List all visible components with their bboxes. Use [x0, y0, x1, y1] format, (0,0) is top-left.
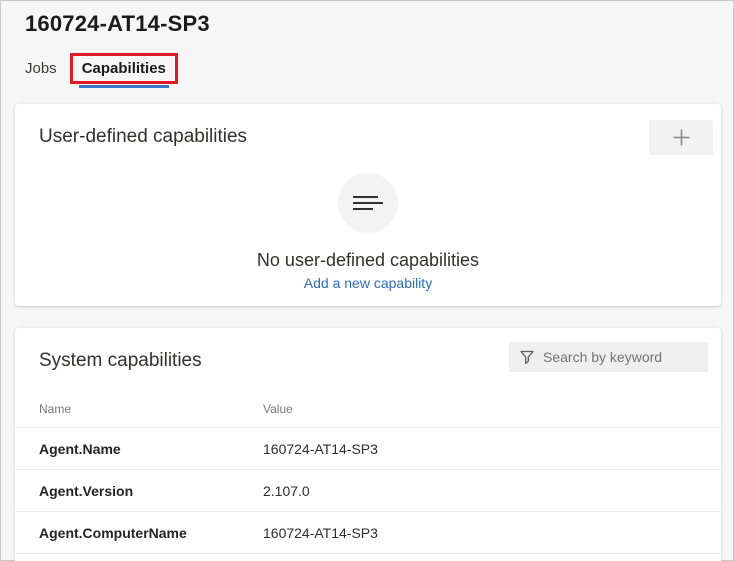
tab-capabilities[interactable]: Capabilities: [69, 52, 178, 88]
add-new-capability-link[interactable]: Add a new capability: [304, 275, 432, 291]
user-defined-capabilities-card: User-defined capabilities No user-define…: [15, 104, 721, 306]
column-header-value: Value: [263, 402, 293, 416]
table-row[interactable]: Agent.Version 2.107.0: [15, 470, 721, 512]
capability-name: Agent.Version: [39, 482, 134, 499]
table-row[interactable]: Agent.ComputerName 160724-AT14-SP3: [15, 512, 721, 554]
capability-value: 160724-AT14-SP3: [263, 524, 378, 541]
empty-state: No user-defined capabilities Add a new c…: [15, 173, 721, 291]
active-tab-underline: [78, 84, 169, 88]
column-header-name: Name: [39, 402, 72, 416]
filter-funnel-icon: [519, 349, 543, 365]
table-row[interactable]: Agent.Name 160724-AT14-SP3: [15, 428, 721, 470]
system-capabilities-card: System capabilities Name Value Agent.Nam…: [15, 328, 721, 561]
table-header-row: Name Value: [15, 391, 721, 428]
capabilities-table: Name Value Agent.Name 160724-AT14-SP3 Ag…: [15, 391, 721, 554]
page-title: 160724-AT14-SP3: [25, 11, 210, 36]
capability-name: Agent.ComputerName: [39, 524, 187, 541]
system-capabilities-title: System capabilities: [39, 350, 202, 371]
tab-capabilities-label: Capabilities: [81, 59, 166, 77]
plus-icon: [672, 128, 691, 147]
capability-name: Agent.Name: [39, 440, 121, 457]
capability-value: 2.107.0: [263, 482, 310, 499]
capability-value: 160724-AT14-SP3: [263, 440, 378, 457]
empty-state-message: No user-defined capabilities: [256, 250, 480, 270]
tab-jobs[interactable]: Jobs: [25, 60, 57, 77]
empty-list-icon: [338, 173, 398, 233]
tab-jobs-label: Jobs: [25, 59, 57, 77]
tab-bar: Jobs Capabilities: [25, 51, 178, 88]
user-capabilities-title: User-defined capabilities: [39, 126, 248, 147]
add-capability-button[interactable]: [649, 120, 713, 155]
search-box[interactable]: [509, 342, 708, 372]
search-input[interactable]: [543, 349, 698, 365]
